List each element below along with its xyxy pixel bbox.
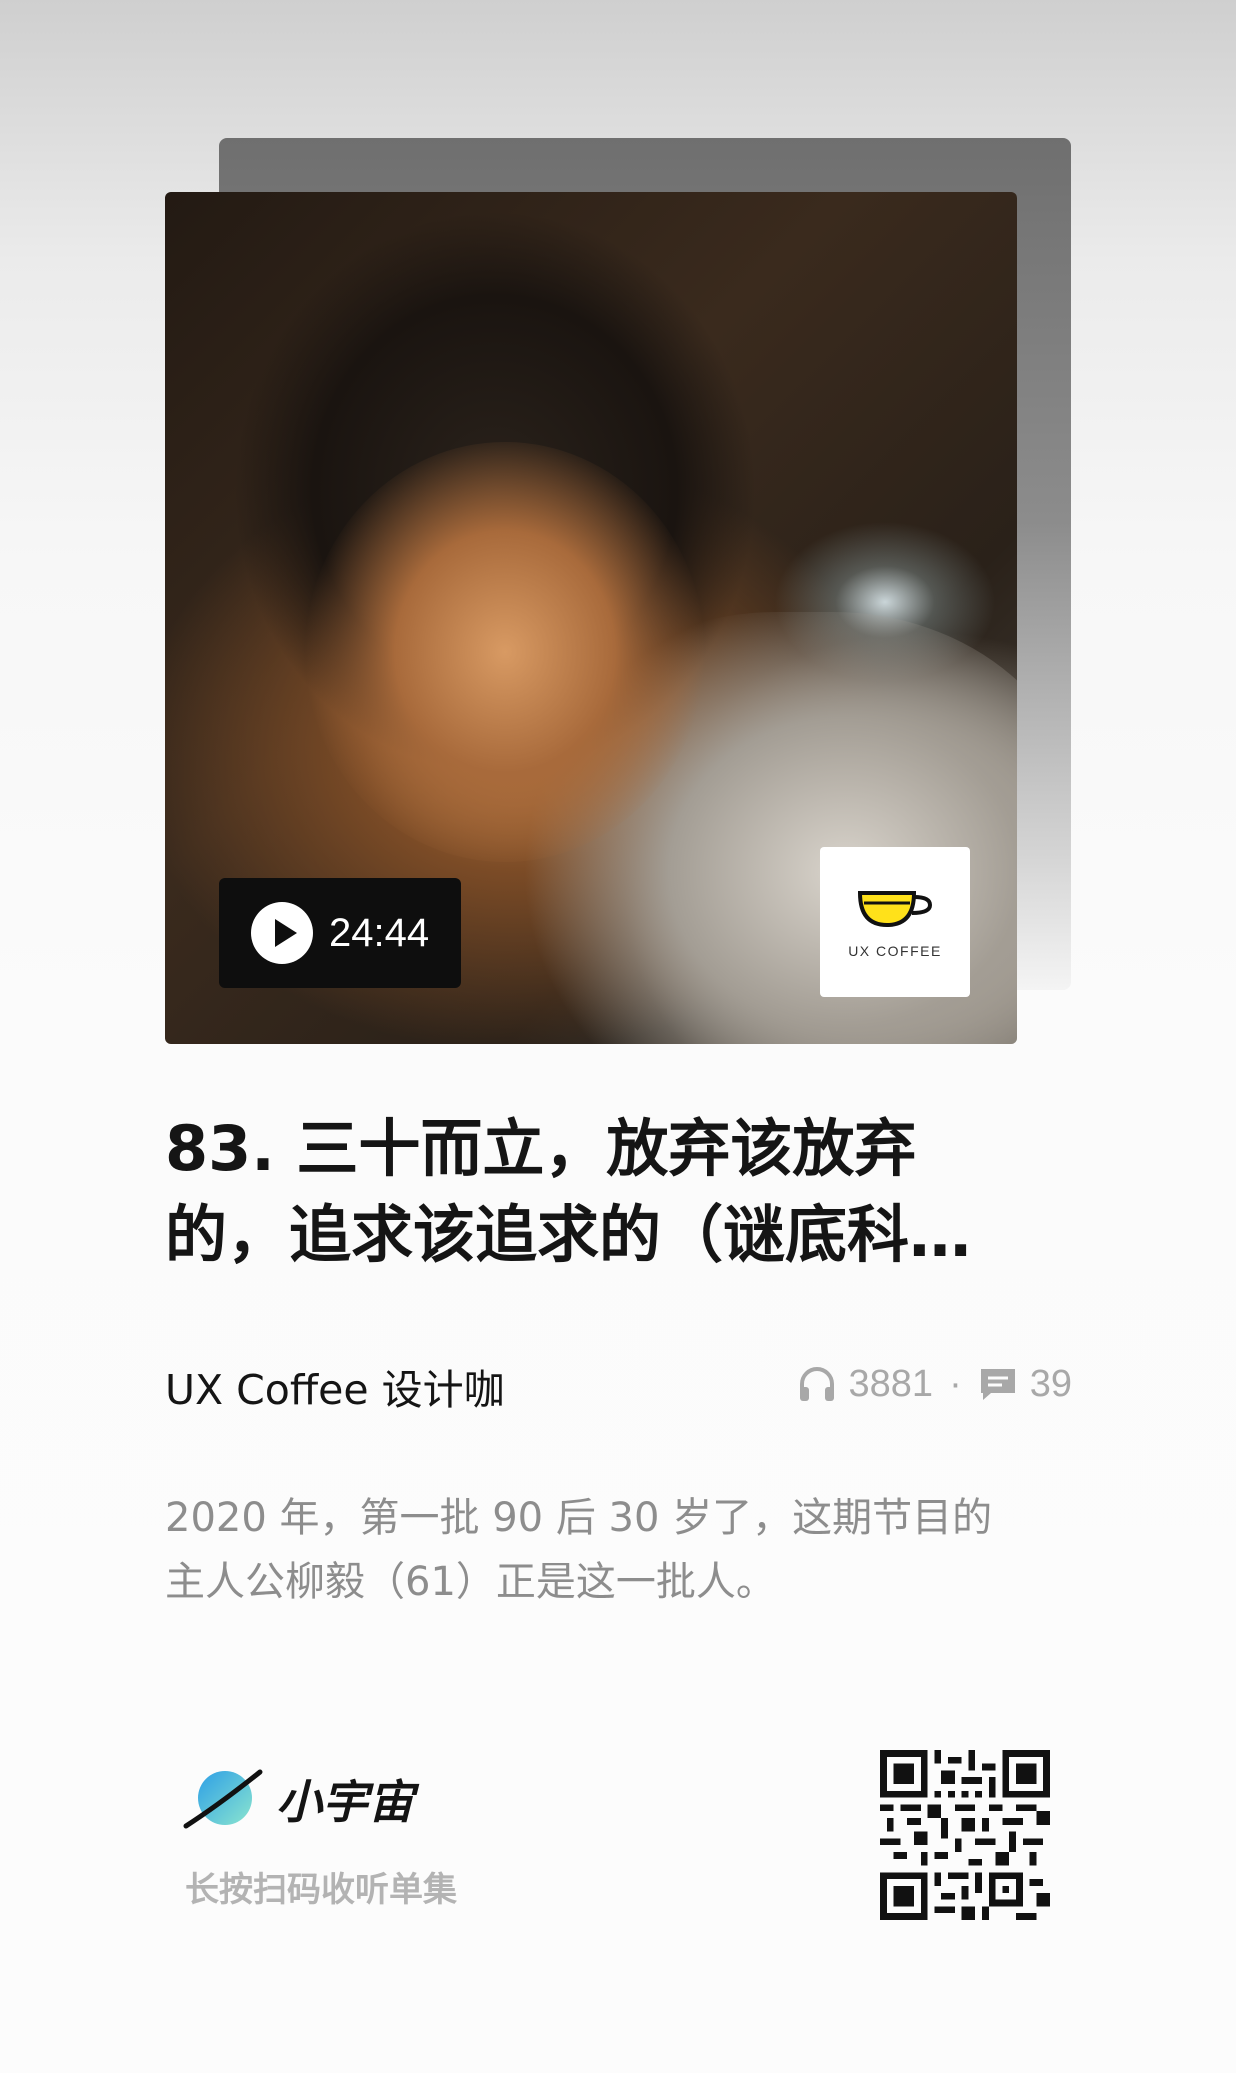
episode-stats: 3881 · 39 <box>797 1356 1072 1412</box>
episode-duration: 24:44 <box>329 910 430 955</box>
app-brand: 小宇宙 <box>180 1764 414 1834</box>
podcast-name[interactable]: UX Coffee 设计咖 <box>165 1356 505 1416</box>
episode-cover-image[interactable]: 24:44 UX COFFEE <box>165 192 1017 1044</box>
duration-badge[interactable]: 24:44 <box>219 878 461 988</box>
planet-logo-icon <box>183 1769 263 1829</box>
episode-title[interactable]: 83. 三十而立，放弃该放弃 的，追求该追求的（谜底科… <box>165 1106 1025 1278</box>
headphones-icon <box>799 1367 834 1401</box>
coffee-cup-icon <box>857 891 933 928</box>
episode-description: 2020 年，第一批 90 后 30 岁了，这期节目的主人公柳毅（61）正是这一… <box>165 1495 993 1605</box>
episode-title-line-2: 的，追求该追求的（谜底科… <box>165 1198 972 1271</box>
app-brand-name: 小宇宙 <box>276 1775 414 1829</box>
episode-title-line-1: 83. 三十而立，放弃该放弃 <box>165 1112 917 1185</box>
comment-count: 39 <box>1029 1362 1072 1405</box>
stats-separator: · <box>949 1362 962 1405</box>
play-count: 3881 <box>848 1362 934 1405</box>
podcast-logo-text: UX COFFEE <box>848 943 942 959</box>
qr-code[interactable] <box>880 1750 1050 1920</box>
comment-icon <box>980 1369 1015 1400</box>
podcast-logo: UX COFFEE <box>820 847 970 997</box>
cover-photo-face <box>305 442 705 862</box>
scan-hint: 长按扫码收听单集 <box>185 1870 457 1910</box>
play-icon[interactable] <box>251 902 313 964</box>
